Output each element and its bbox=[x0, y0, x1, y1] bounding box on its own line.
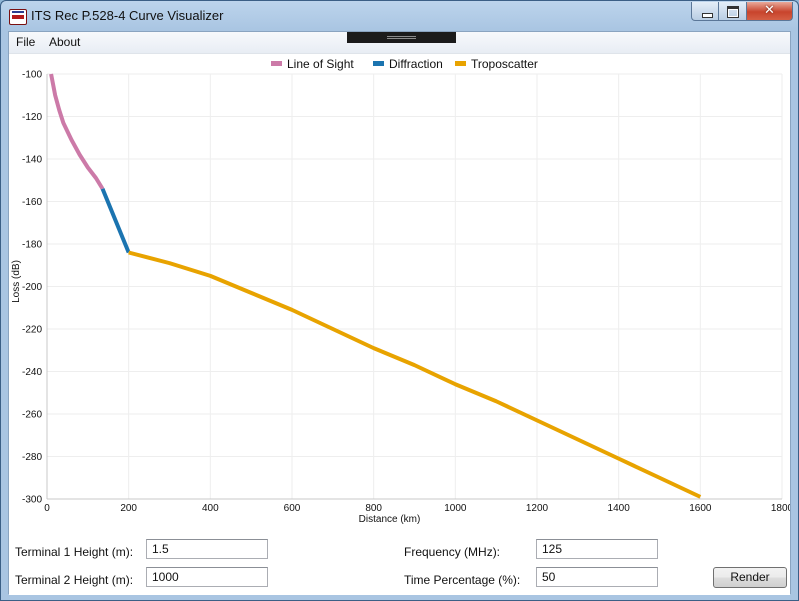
legend-swatch bbox=[271, 61, 282, 66]
legend-swatch bbox=[455, 61, 466, 66]
grip-line bbox=[387, 36, 416, 37]
close-button[interactable]: ✕ bbox=[747, 2, 793, 21]
logo-stripe bbox=[12, 11, 24, 13]
render-button[interactable]: Render bbox=[713, 567, 787, 588]
frequency-label: Frequency (MHz): bbox=[404, 545, 501, 559]
legend-swatch bbox=[373, 61, 384, 66]
terminal1-label: Terminal 1 Height (m): bbox=[15, 545, 134, 559]
chart-area: 0 200 400 600 800 1000 1200 1400 1600 1800 -100 -12… bbox=[9, 53, 794, 537]
x-tick-label: 1800 bbox=[771, 503, 790, 514]
x-tick-label: 1600 bbox=[689, 503, 712, 514]
y-tick-label: -140 bbox=[22, 155, 42, 166]
x-tick-label: 200 bbox=[120, 503, 137, 514]
logo-bar bbox=[12, 15, 24, 19]
x-tick-label: 800 bbox=[365, 503, 382, 514]
minimize-button[interactable] bbox=[691, 2, 719, 21]
app-window: ITS Rec P.528-4 Curve Visualizer ✕ File … bbox=[0, 0, 799, 601]
minimize-icon bbox=[702, 13, 713, 18]
terminal1-input[interactable]: 1.5 bbox=[146, 539, 268, 559]
title-bar[interactable]: ITS Rec P.528-4 Curve Visualizer ✕ bbox=[1, 1, 798, 31]
client-area: File About 0 200 400 600 800 1000 1200 1400 1600… bbox=[8, 31, 794, 595]
menu-bar: File About bbox=[9, 32, 790, 54]
x-tick-label: 1200 bbox=[526, 503, 549, 514]
menu-about[interactable]: About bbox=[49, 35, 80, 49]
x-tick-label: 0 bbox=[44, 503, 50, 514]
x-tick-label: 1000 bbox=[444, 503, 467, 514]
y-tick-label: -260 bbox=[22, 410, 42, 421]
y-tick-label: -200 bbox=[22, 282, 42, 293]
maximize-button[interactable] bbox=[719, 2, 747, 21]
y-tick-label: -180 bbox=[22, 240, 42, 251]
terminal2-input[interactable]: 1000 bbox=[146, 567, 268, 587]
maximize-icon bbox=[727, 6, 739, 18]
its-logo-icon bbox=[9, 9, 27, 25]
y-tick-label: -220 bbox=[22, 325, 42, 336]
menu-file[interactable]: File bbox=[16, 35, 35, 49]
series-line-line-of-sight bbox=[49, 73, 105, 190]
legend-label: Line of Sight bbox=[287, 57, 354, 71]
legend-label: Diffraction bbox=[389, 57, 443, 71]
frequency-input[interactable]: 125 bbox=[536, 539, 658, 559]
terminal2-label: Terminal 2 Height (m): bbox=[15, 573, 134, 587]
splitter-grip[interactable] bbox=[347, 32, 456, 43]
time-percentage-label: Time Percentage (%): bbox=[404, 573, 521, 587]
y-tick-label: -300 bbox=[22, 495, 42, 506]
x-tick-label: 600 bbox=[284, 503, 301, 514]
close-icon: ✕ bbox=[764, 3, 775, 18]
x-tick-label: 400 bbox=[202, 503, 219, 514]
y-tick-label: -100 bbox=[22, 70, 42, 81]
y-tick-label: -240 bbox=[22, 367, 42, 378]
y-axis-title: Loss (dB) bbox=[11, 260, 22, 303]
grip-line bbox=[387, 38, 416, 39]
input-panel: Terminal 1 Height (m): 1.5 Terminal 2 He… bbox=[9, 537, 790, 595]
time-percentage-input[interactable]: 50 bbox=[536, 567, 658, 587]
series-line-troposcatter bbox=[128, 250, 702, 499]
loss-chart: 0 200 400 600 800 1000 1200 1400 1600 1800 -100 -12… bbox=[11, 57, 794, 525]
window-title: ITS Rec P.528-4 Curve Visualizer bbox=[31, 8, 224, 23]
x-tick-label: 1400 bbox=[608, 503, 631, 514]
y-tick-label: -120 bbox=[22, 112, 42, 123]
y-tick-label: -160 bbox=[22, 197, 42, 208]
y-tick-label: -280 bbox=[22, 452, 42, 463]
legend-label: Troposcatter bbox=[471, 57, 538, 71]
series-line-diffraction bbox=[100, 187, 131, 254]
x-axis-title: Distance (km) bbox=[359, 514, 421, 525]
